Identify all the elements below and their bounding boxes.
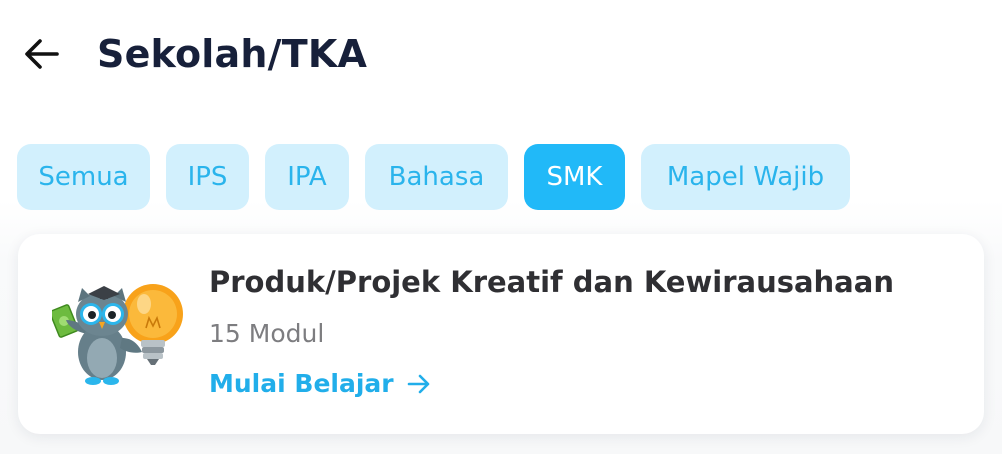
page-title: Sekolah/TKA [97, 32, 368, 76]
arrow-left-icon [25, 39, 59, 69]
filter-chip-ips[interactable]: IPS [166, 144, 249, 210]
start-learning-link[interactable]: Mulai Belajar [209, 366, 432, 402]
course-card[interactable]: Produk/Projek Kreatif dan Kewirausahaan … [18, 234, 984, 434]
filter-chip-smk[interactable]: SMK [524, 144, 625, 210]
filter-chip-semua[interactable]: Semua [17, 144, 150, 210]
page: Sekolah/TKA Semua IPS IPA Bahasa SMK Map… [0, 0, 1002, 454]
course-title: Produk/Projek Kreatif dan Kewirausahaan [209, 265, 894, 299]
module-count: 15 Modul [209, 319, 325, 348]
owl-lightbulb-money-illustration [49, 280, 184, 390]
filter-chips: Semua IPS IPA Bahasa SMK Mapel Wajib [17, 144, 850, 210]
arrow-right-icon [407, 374, 429, 394]
header: Sekolah/TKA [0, 0, 1002, 110]
filter-chip-mapel-wajib[interactable]: Mapel Wajib [641, 144, 850, 210]
start-learning-label: Mulai Belajar [209, 369, 394, 398]
back-button[interactable] [18, 30, 66, 78]
filter-chip-ipa[interactable]: IPA [265, 144, 349, 210]
filter-chip-bahasa[interactable]: Bahasa [365, 144, 508, 210]
